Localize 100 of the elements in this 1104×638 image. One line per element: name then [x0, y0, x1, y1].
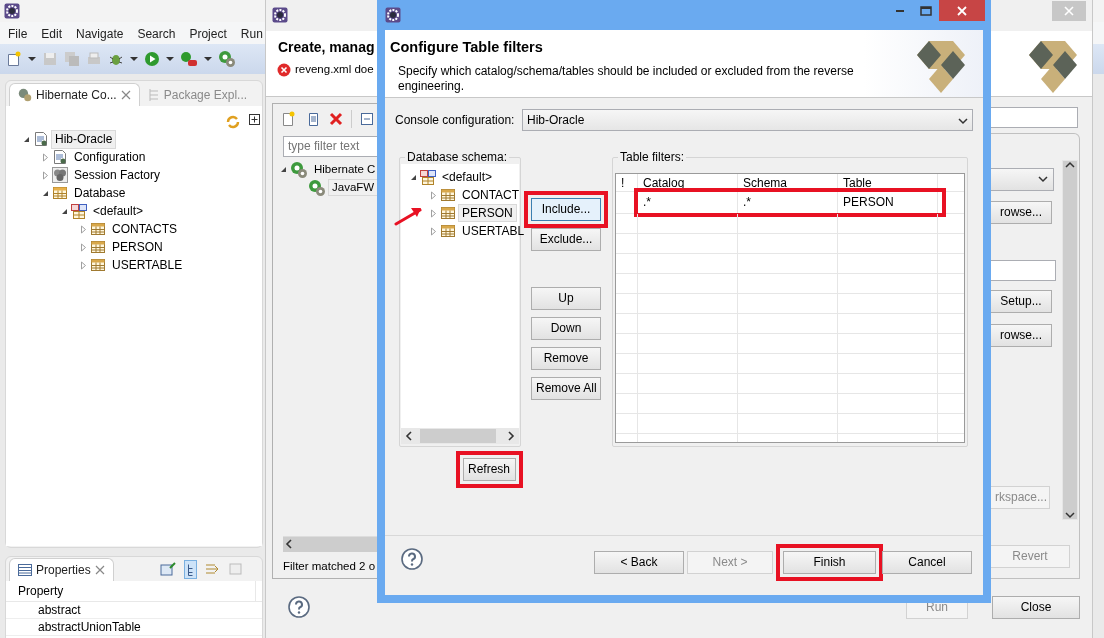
caret-down-icon: [958, 116, 968, 125]
menu-item[interactable]: Search: [137, 24, 181, 42]
tree-item[interactable]: JavaFW: [328, 178, 377, 197]
gear-pair-icon: [218, 50, 236, 68]
text-field[interactable]: [990, 106, 1078, 128]
dropdown[interactable]: [990, 167, 1054, 191]
tree-item[interactable]: Hib-Oracle: [51, 130, 117, 149]
tree-item[interactable]: <default>: [438, 167, 497, 187]
scroll-up-icon: [1065, 160, 1075, 169]
button[interactable]: Exclude...: [531, 228, 601, 251]
view-tab[interactable]: Hibernate Co...: [9, 83, 140, 107]
delete-icon: [329, 111, 343, 126]
column-header[interactable]: Schema: [738, 174, 838, 191]
hibernate-icon: [18, 88, 32, 103]
tree-item[interactable]: PERSON: [108, 238, 167, 257]
dialog-title: Configure Table filters: [390, 39, 544, 57]
close-icon: [957, 5, 967, 16]
menu-item[interactable]: File: [8, 24, 33, 42]
button[interactable]: Remove All: [531, 377, 601, 400]
tree-item[interactable]: USERTABL: [458, 221, 529, 241]
view-tab[interactable]: Properties: [9, 558, 114, 581]
button[interactable]: Include...: [531, 198, 601, 221]
dropdown-caret-icon: [28, 55, 36, 63]
tree-item[interactable]: Hibernate C: [310, 160, 377, 179]
dialog-title: Create, manag: [278, 38, 375, 56]
refresh-button[interactable]: Refresh: [462, 458, 516, 481]
tree-item[interactable]: USERTABLE: [108, 256, 187, 275]
property-name: abstractUnionTable: [38, 620, 141, 634]
button[interactable]: Remove: [531, 347, 601, 370]
tree-item[interactable]: CONTACTS: [108, 220, 182, 239]
cube-logo: [1028, 38, 1078, 95]
field-label: Console configuration:: [395, 112, 516, 128]
close-button[interactable]: [1052, 1, 1086, 22]
scroll-right-icon: [506, 431, 516, 441]
button[interactable]: rowse...: [990, 323, 1052, 347]
text-field[interactable]: [990, 259, 1056, 281]
caret-down-icon: [1038, 175, 1048, 184]
filter-field[interactable]: type filter text: [283, 135, 377, 157]
dropdown[interactable]: Hib-Oracle: [522, 109, 973, 131]
tree-item[interactable]: <default>: [89, 202, 148, 221]
help-icon: [401, 548, 423, 570]
tree-item[interactable]: CONTACT: [458, 185, 524, 205]
collapse-icon: [360, 111, 374, 126]
button[interactable]: Cancel: [882, 551, 972, 574]
table-cell: .*: [738, 192, 838, 213]
vertical-scrollbar[interactable]: [1062, 159, 1078, 520]
button[interactable]: < Back: [594, 551, 684, 574]
save-all-icon: [64, 51, 80, 67]
error-message: reveng.xml doe: [295, 63, 374, 78]
menu-item[interactable]: Edit: [41, 24, 68, 42]
menu-item[interactable]: Run: [240, 24, 268, 42]
run-icon: [144, 51, 160, 67]
horizontal-scrollbar[interactable]: [401, 428, 519, 444]
pin-icon: [160, 561, 176, 578]
button[interactable]: Setup...: [990, 289, 1052, 313]
run-toolbox-icon: [180, 51, 198, 67]
maximize-icon: [920, 5, 932, 16]
sync-icon: [225, 114, 241, 131]
table-cell: PERSON: [838, 192, 938, 213]
property-name: abstract: [38, 603, 81, 617]
close-icon: [1064, 6, 1074, 17]
column-header[interactable]: !: [616, 174, 638, 191]
close-button[interactable]: [939, 0, 985, 21]
tree-item[interactable]: Database: [70, 184, 130, 203]
button[interactable]: Finish: [783, 551, 876, 574]
scroll-left-icon: [404, 431, 414, 441]
menu-item[interactable]: Navigate: [76, 24, 129, 42]
schema-icon: [420, 169, 436, 185]
button[interactable]: Up: [531, 287, 601, 310]
button[interactable]: Down: [531, 317, 601, 340]
close-icon: [94, 565, 105, 575]
gear-pair-icon: [308, 178, 326, 197]
table-cell: .*: [638, 192, 738, 213]
scroll-down-icon: [1065, 510, 1075, 519]
menu-item[interactable]: Project: [189, 24, 232, 42]
config-file-icon: [33, 131, 49, 148]
tree-item[interactable]: PERSON: [458, 203, 517, 223]
package-icon: [147, 87, 160, 102]
tree-item[interactable]: Configuration: [70, 148, 150, 167]
table-icon: [440, 187, 456, 203]
dialog-description: Specify which catalog/schema/tables should be included or excluded from the reverse engineering.: [398, 64, 855, 95]
column-header[interactable]: Table: [838, 174, 938, 191]
button[interactable]: Close: [992, 595, 1080, 619]
table-icon: [440, 223, 456, 239]
table-icon: [52, 185, 68, 202]
tree-icon: [187, 564, 194, 577]
properties-icon: [18, 564, 32, 576]
column-header[interactable]: Catalog: [638, 174, 738, 191]
app-icon: [385, 7, 401, 23]
schema-icon: [71, 203, 87, 220]
config-file-icon: [52, 149, 68, 166]
table-icon: [90, 257, 106, 274]
print-icon: [86, 51, 102, 67]
horizontal-scrollbar[interactable]: [283, 535, 377, 552]
tree-item[interactable]: Session Factory: [70, 166, 165, 185]
tree-view-toggle[interactable]: [184, 560, 197, 579]
close-icon: [120, 90, 131, 101]
app-icon: [4, 3, 20, 19]
button[interactable]: rowse...: [990, 200, 1052, 224]
table-icon: [90, 221, 106, 238]
